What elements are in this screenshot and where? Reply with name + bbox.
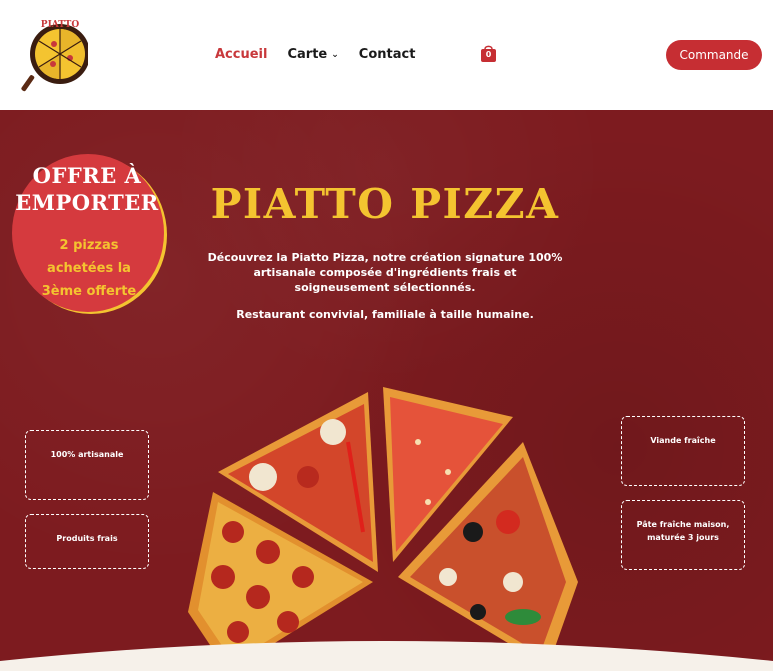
nav-item-carte[interactable]: Carte ⌄ [287,47,338,62]
site-header: PIATTO Accueil Carte ⌄ Contact 0 Command… [0,0,773,110]
nav-item-label: Contact [358,47,416,62]
feature-box-homemade-dough: Pâte fraîche maison, maturée 3 jours [621,500,745,570]
promo-subtitle: 2 pizzas achetées la 3ème offerte [41,238,137,299]
pizza-image [188,387,578,671]
hero-section: OFFRE À EMPORTER 2 pizzas achetées la 3è… [0,110,773,671]
main-nav: Accueil Carte ⌄ Contact [215,47,415,62]
logo-text: PIATTO [41,20,80,30]
nav-item-label: Accueil [215,47,268,62]
section-divider [0,641,773,671]
hero-description: Découvrez la Piatto Pizza, notre créatio… [207,251,563,294]
cart-count-badge: 0 [485,50,492,59]
pizza-logo-icon[interactable]: PIATTO [20,16,88,94]
nav-item-label: Carte [287,47,328,62]
cart-button[interactable]: 0 [480,44,497,63]
hero-tagline: Restaurant convivial, familiale à taille… [236,308,534,321]
hero-title: PIATTO PIZZA [210,180,560,228]
feature-box-artisanal: 100% artisanale [25,430,149,500]
nav-item-accueil[interactable]: Accueil [215,47,267,62]
feature-box-fresh-products: Produits frais [25,514,149,569]
feature-box-fresh-meat: Viande fraîche [621,416,745,486]
nav-item-contact[interactable]: Contact [359,47,416,62]
order-button[interactable]: Commande [666,40,762,70]
chevron-down-icon: ⌄ [331,49,339,60]
promo-title: OFFRE À EMPORTER [15,163,159,215]
